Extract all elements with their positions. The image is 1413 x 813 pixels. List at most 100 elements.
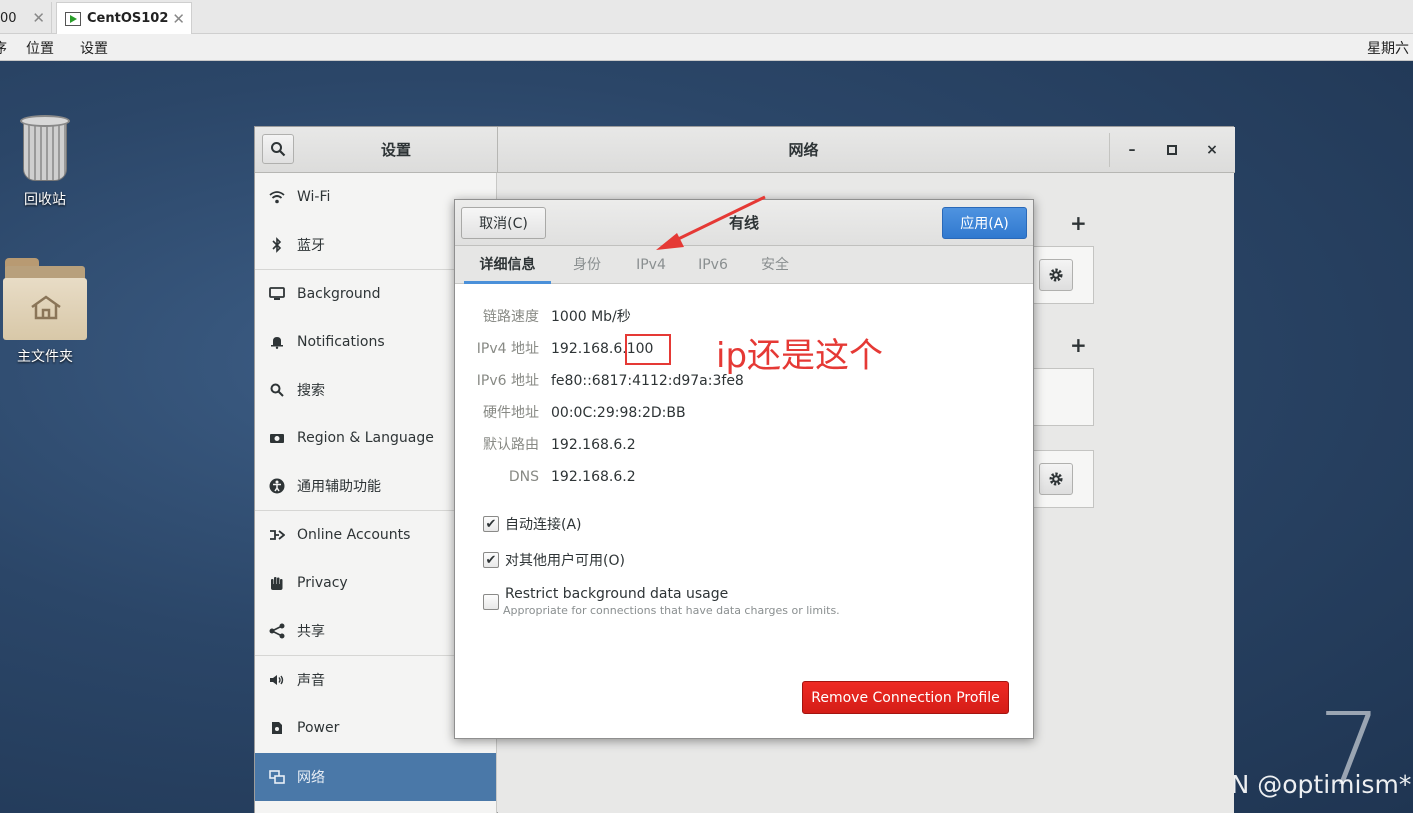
detail-value: 192.168.6.2 xyxy=(551,469,636,485)
remove-connection-button[interactable]: Remove Connection Profile xyxy=(802,681,1009,714)
detail-label: DNS xyxy=(508,469,539,485)
vm-tab-previous[interactable]: 00 ✕ xyxy=(0,2,52,34)
minimize-button[interactable]: – xyxy=(1121,139,1143,161)
sidebar-item-label: Online Accounts xyxy=(297,527,411,543)
sidebar-item-label: 通用辅助功能 xyxy=(297,479,381,495)
sidebar-item-label: Privacy xyxy=(297,575,348,591)
gear-icon xyxy=(1049,472,1063,486)
dialog-header: 取消(C) 有线 应用(A) xyxy=(455,200,1033,246)
desktop-icon-home[interactable]: 主文件夹 xyxy=(0,258,90,366)
detail-label: 链路速度 xyxy=(483,309,539,325)
power-plug-icon xyxy=(269,720,285,736)
checkbox-label: Restrict background data usage xyxy=(505,586,729,602)
desktop-icon-label: 主文件夹 xyxy=(17,349,73,365)
annotation-text: ip还是这个 xyxy=(716,336,884,376)
panel-title: 网络 xyxy=(788,141,819,159)
detail-row-dns: DNS 192.168.6.2 xyxy=(455,466,1033,488)
checkbox-label: 自动连接(A) xyxy=(505,517,582,533)
window-header: 设置 网络 – × xyxy=(255,127,1235,173)
detail-row-link-speed: 链路速度 1000 Mb/秒 xyxy=(455,306,1033,328)
proxy-card xyxy=(1028,450,1094,508)
detail-value: 1000 Mb/秒 xyxy=(551,309,631,325)
vpn-card xyxy=(1028,368,1094,426)
online-accounts-icon xyxy=(269,527,285,543)
dialog-tabs: 详细信息 身份 IPv4 IPv6 安全 xyxy=(455,246,1033,284)
settings-title: 设置 xyxy=(380,141,411,159)
search-icon xyxy=(269,382,285,398)
gear-icon xyxy=(1049,268,1063,282)
close-button[interactable]: × xyxy=(1201,139,1223,161)
add-icon[interactable]: + xyxy=(1070,333,1087,357)
hand-icon xyxy=(269,575,285,591)
sidebar-item-network[interactable]: 网络 xyxy=(255,753,496,801)
speaker-icon xyxy=(269,672,285,688)
detail-label: IPv4 地址 xyxy=(476,341,539,357)
tab-identity[interactable]: 身份 xyxy=(560,246,614,284)
apply-button[interactable]: 应用(A) xyxy=(942,207,1027,239)
dialog-title: 有线 xyxy=(728,214,759,232)
detail-value: fe80::6817:4112:d97a:3fe8 xyxy=(551,373,744,389)
tab-ipv6[interactable]: IPv6 xyxy=(687,246,739,284)
search-icon xyxy=(271,142,286,157)
vm-tab-label: CentOS102 xyxy=(87,11,169,26)
annotation-highlight-box xyxy=(625,334,671,365)
checkbox-label: 对其他用户可用(O) xyxy=(505,553,625,569)
close-icon[interactable]: ✕ xyxy=(32,9,45,27)
maximize-icon xyxy=(1167,145,1177,155)
bluetooth-icon xyxy=(269,237,285,253)
detail-label: IPv6 地址 xyxy=(476,373,539,389)
maximize-button[interactable] xyxy=(1161,139,1183,161)
wired-card xyxy=(1028,246,1094,304)
auto-connect-checkbox[interactable]: ✔ 自动连接(A) xyxy=(483,513,582,535)
detail-value: 00:0C:29:98:2D:BB xyxy=(551,405,686,421)
detail-label: 默认路由 xyxy=(483,437,539,453)
desktop-icon-trash[interactable]: 回收站 xyxy=(0,115,90,209)
places-menu[interactable]: 位置 xyxy=(26,38,54,58)
add-icon[interactable]: + xyxy=(1070,211,1087,235)
sidebar-item-label: 蓝牙 xyxy=(297,238,325,254)
checkbox-unchecked-icon[interactable] xyxy=(483,594,499,610)
detail-row-route: 默认路由 192.168.6.2 xyxy=(455,434,1033,456)
sidebar-item-label: Region & Language xyxy=(297,430,434,446)
detail-value: 192.168.6.2 xyxy=(551,437,636,453)
sidebar-item-label: 搜索 xyxy=(297,383,325,399)
detail-row-hardware: 硬件地址 00:0C:29:98:2D:BB xyxy=(455,402,1033,424)
home-folder-icon xyxy=(3,258,87,340)
share-icon xyxy=(269,623,285,639)
gear-button[interactable] xyxy=(1039,259,1073,291)
vm-tab-label: 00 xyxy=(0,10,17,26)
sidebar-item-label: Power xyxy=(297,720,340,736)
all-users-checkbox[interactable]: ✔ 对其他用户可用(O) xyxy=(483,549,625,571)
sidebar-item-label: Background xyxy=(297,286,381,302)
checkbox-checked-icon[interactable]: ✔ xyxy=(483,552,499,568)
cancel-button[interactable]: 取消(C) xyxy=(461,207,546,239)
vm-tab-centos102[interactable]: CentOS102 ✕ xyxy=(56,2,192,34)
tab-details[interactable]: 详细信息 xyxy=(464,246,551,284)
sidebar-item-label: 网络 xyxy=(297,770,325,786)
close-icon[interactable]: ✕ xyxy=(172,10,185,28)
display-icon xyxy=(269,286,285,302)
applications-menu[interactable]: 序 xyxy=(0,38,7,58)
restrict-data-description: Appropriate for connections that have da… xyxy=(503,604,840,617)
network-icon xyxy=(269,769,285,785)
gnome-top-bar: 序 位置 设置 星期六 xyxy=(0,34,1413,61)
bell-icon xyxy=(269,334,285,350)
settings-menu[interactable]: 设置 xyxy=(80,38,108,58)
sidebar-item-label: 共享 xyxy=(297,624,325,640)
vm-tab-bar: 00 ✕ CentOS102 ✕ xyxy=(0,0,1413,34)
vm-running-icon xyxy=(65,11,81,26)
desktop-icon-label: 回收站 xyxy=(24,192,66,208)
search-button[interactable] xyxy=(262,134,294,164)
clock[interactable]: 星期六 xyxy=(1367,38,1409,58)
gear-button[interactable] xyxy=(1039,463,1073,495)
detail-label: 硬件地址 xyxy=(483,405,539,421)
sidebar-item-label: 声音 xyxy=(297,673,325,689)
sidebar-item-label: Wi-Fi xyxy=(297,189,331,205)
tab-ipv4[interactable]: IPv4 xyxy=(625,246,677,284)
wired-dialog: 取消(C) 有线 应用(A) 详细信息 身份 IPv4 IPv6 安全 链路速度… xyxy=(454,199,1034,739)
tab-security[interactable]: 安全 xyxy=(749,246,801,284)
checkbox-checked-icon[interactable]: ✔ xyxy=(483,516,499,532)
camera-icon xyxy=(269,430,285,446)
wifi-icon xyxy=(269,189,285,205)
sidebar-item-label: Notifications xyxy=(297,334,385,350)
